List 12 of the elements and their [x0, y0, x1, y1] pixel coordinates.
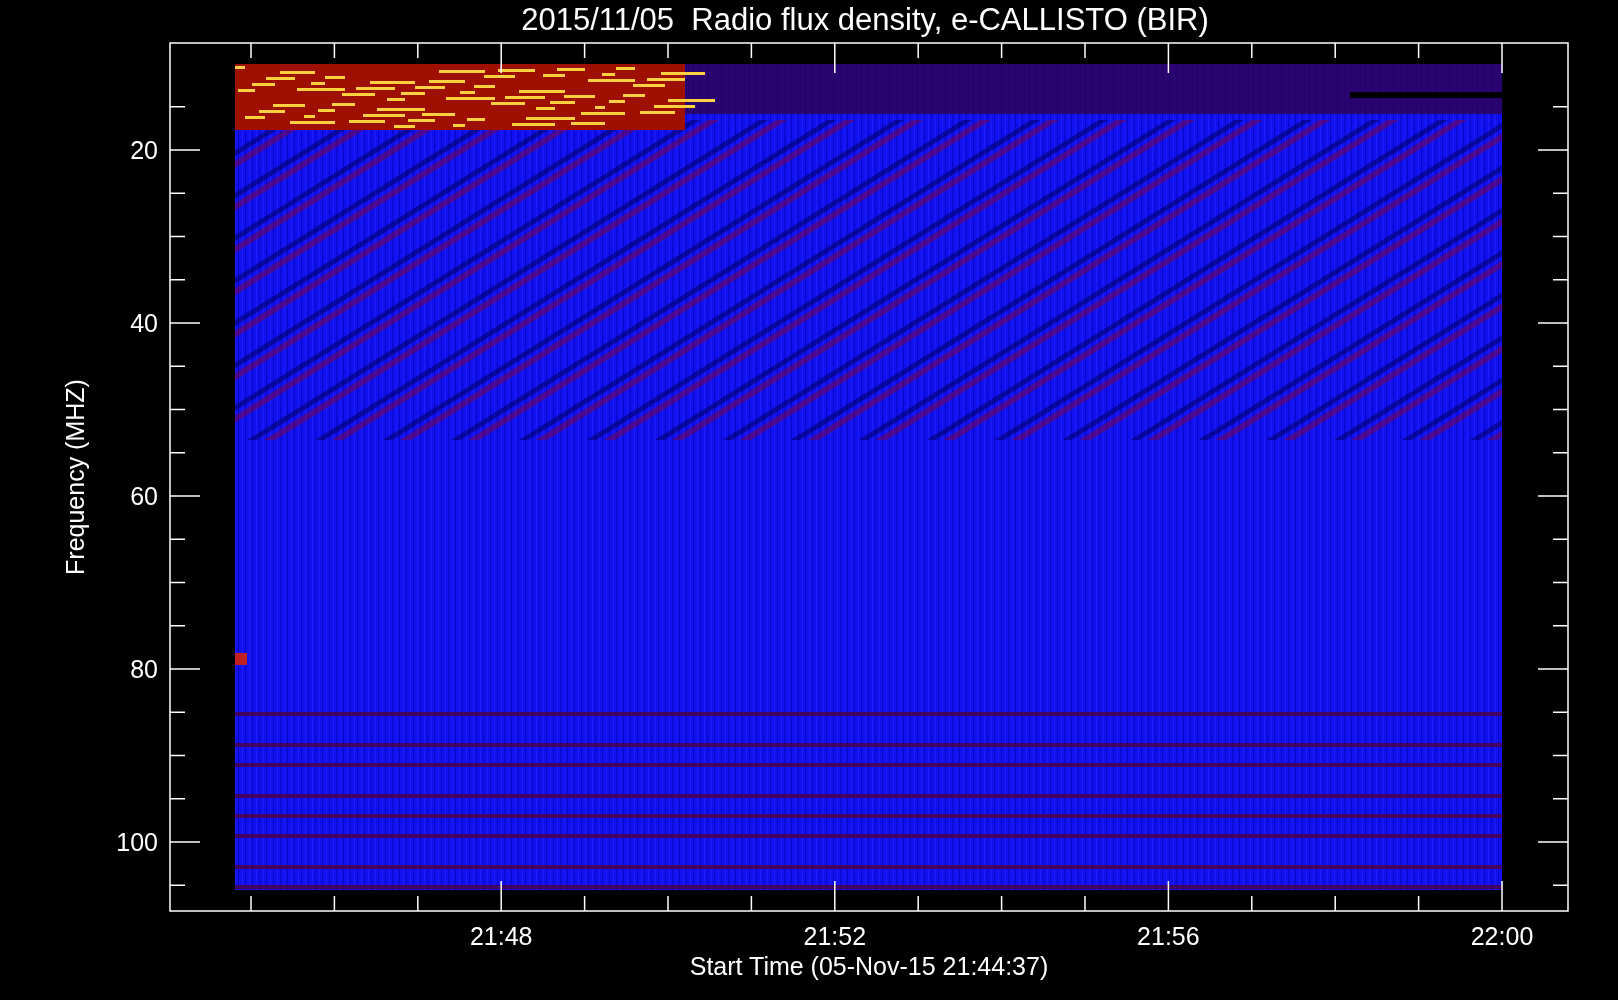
- tick-label: 21:52: [803, 922, 867, 950]
- tick-label: 21:56: [1137, 922, 1200, 950]
- axis-label: Frequency (MHZ): [61, 379, 89, 575]
- tick-label: 20: [130, 136, 158, 164]
- chart-title: 2015/11/05 Radio flux density, e-CALLISTO (BIR): [521, 2, 1209, 37]
- tick-label: 22:00: [1470, 922, 1534, 950]
- tick-label: 40: [130, 309, 158, 337]
- axis-label: Start Time (05-Nov-15 21:44:37): [689, 952, 1049, 980]
- tick-label: 60: [130, 482, 158, 510]
- tick-label: 100: [116, 828, 158, 856]
- tick-label: 80: [130, 655, 158, 683]
- tick-label: 21:48: [469, 922, 533, 950]
